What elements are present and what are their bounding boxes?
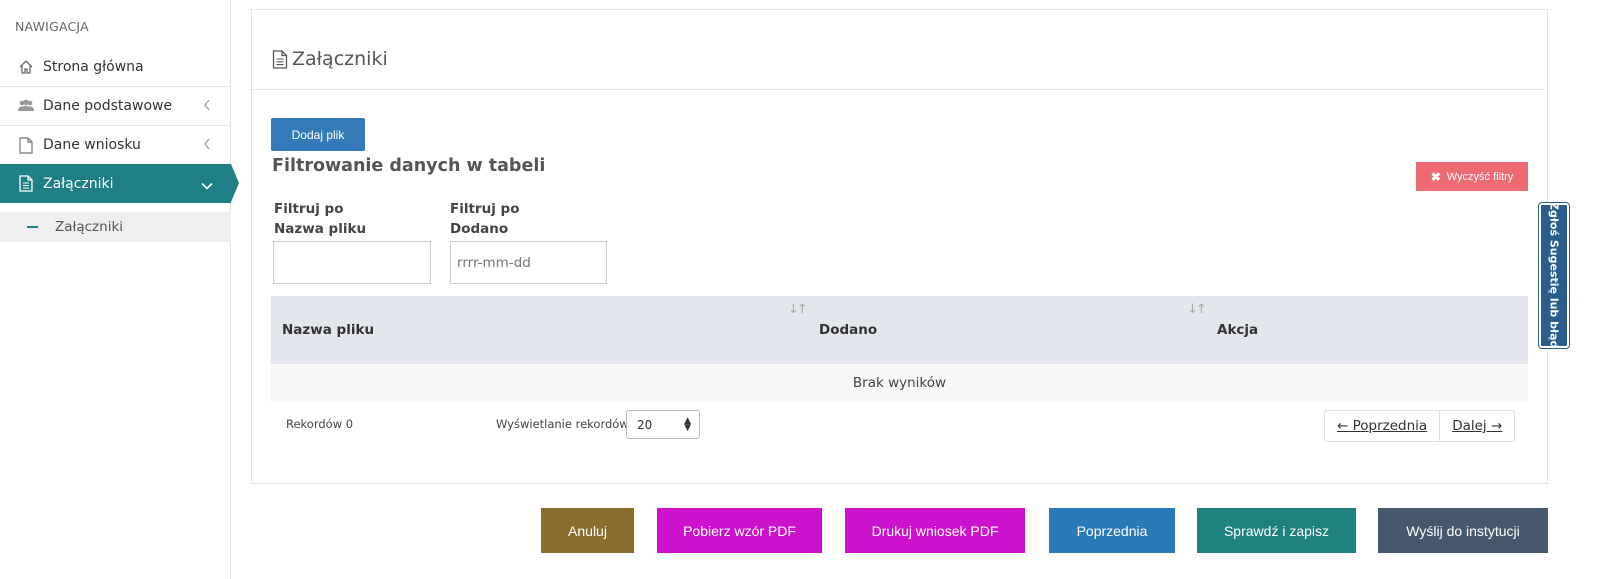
select-arrows-icon: ▲ ▼ xyxy=(684,416,691,433)
clear-filters-button[interactable]: ✖ Wyczyść filtry xyxy=(1416,162,1528,191)
clear-filters-label: Wyczyść filtry xyxy=(1446,170,1514,183)
sidebar-item-basic-data[interactable]: Dane podstawowe xyxy=(0,87,231,126)
previous-step-button[interactable]: Poprzednia xyxy=(1049,508,1175,553)
cancel-button[interactable]: Anuluj xyxy=(541,508,634,553)
sort-icon[interactable]: ↓↑ xyxy=(1187,302,1207,317)
column-header-added[interactable]: Dodano xyxy=(819,322,877,338)
sidebar-item-application-data[interactable]: Dane wniosku xyxy=(0,126,231,165)
records-count: Rekordów 0 xyxy=(286,417,354,431)
dash-icon xyxy=(27,226,38,228)
table-empty-row: Brak wyników xyxy=(271,364,1528,402)
filter-added-label: Filtruj po Dodano xyxy=(450,199,519,239)
nav-header: NAWIGACJA xyxy=(15,19,89,34)
file-text-icon xyxy=(272,49,288,69)
file-text-icon xyxy=(17,175,35,193)
filter-label-line: Dodano xyxy=(450,221,509,237)
close-icon: ✖ xyxy=(1430,169,1441,184)
file-icon xyxy=(17,136,35,154)
sidebar-item-label: Dane wniosku xyxy=(43,137,141,153)
filter-label-line: Nazwa pliku xyxy=(274,221,367,237)
table-header: Nazwa pliku ↓↑ Dodano ↓↑ Akcja xyxy=(271,296,1528,364)
check-and-save-button[interactable]: Sprawdź i zapisz xyxy=(1197,508,1356,553)
filter-filename-label: Filtruj po Nazwa pliku xyxy=(274,199,366,239)
feedback-tab-label: Zgłoś Sugestię lub błąd xyxy=(1547,202,1561,349)
filter-filename-input[interactable] xyxy=(273,241,431,284)
filter-label-line: Filtruj po xyxy=(274,201,344,217)
sidebar-item-label: Strona główna xyxy=(43,59,144,75)
next-page-button[interactable]: Dalej → xyxy=(1439,411,1514,441)
panel-header: Załączniki xyxy=(252,10,1547,90)
sidebar-subitem-attachments[interactable]: Załączniki xyxy=(0,212,231,242)
per-page-value: 20 xyxy=(637,417,653,432)
pagination: ← Poprzednia Dalej → xyxy=(1324,410,1516,442)
per-page-label: Wyświetlanie rekordów xyxy=(496,417,629,431)
home-icon xyxy=(17,58,35,76)
sidebar-item-label: Dane podstawowe xyxy=(43,98,173,114)
download-template-pdf-button[interactable]: Pobierz wzór PDF xyxy=(657,508,822,553)
print-application-pdf-button[interactable]: Drukuj wniosek PDF xyxy=(845,508,1025,553)
filter-title: Filtrowanie danych w tabeli xyxy=(272,156,546,176)
sort-icon[interactable]: ↓↑ xyxy=(788,302,808,317)
sidebar-item-home[interactable]: Strona główna xyxy=(0,48,231,87)
send-to-institution-button[interactable]: Wyślij do instytucji xyxy=(1378,508,1548,553)
sidebar-item-attachments[interactable]: Załączniki xyxy=(0,164,239,203)
prev-page-button[interactable]: ← Poprzednia xyxy=(1325,411,1439,441)
sidebar-item-label: Załączniki xyxy=(43,175,114,192)
chevron-left-icon xyxy=(203,99,211,115)
chevron-down-icon xyxy=(201,178,213,194)
sidebar: NAWIGACJA Strona główna Dane podstawowe … xyxy=(0,0,239,579)
filter-added-input[interactable] xyxy=(450,241,607,284)
filter-label-line: Filtruj po xyxy=(450,201,520,217)
column-header-filename[interactable]: Nazwa pliku xyxy=(282,322,374,338)
chevron-left-icon xyxy=(203,138,211,154)
column-header-action: Akcja xyxy=(1217,322,1259,338)
users-icon xyxy=(17,97,35,115)
page-title-text: Załączniki xyxy=(292,48,388,70)
feedback-tab[interactable]: Zgłoś Sugestię lub błąd xyxy=(1538,202,1570,349)
page-title: Załączniki xyxy=(272,48,388,70)
add-file-button[interactable]: Dodaj plik xyxy=(271,118,365,151)
per-page-select[interactable]: 20 ▲ ▼ xyxy=(626,410,700,439)
sidebar-subitem-label: Załączniki xyxy=(55,219,124,235)
